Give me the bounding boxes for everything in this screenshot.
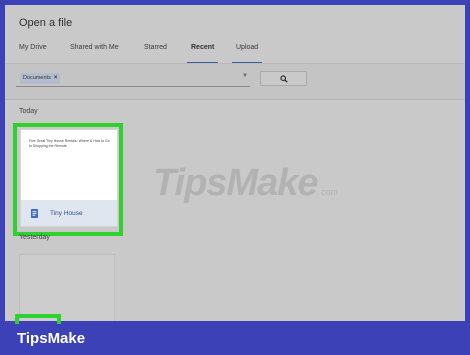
tab-recent[interactable]: Recent — [187, 43, 219, 63]
search-row: Documents × ▼ — [5, 64, 465, 100]
search-icon — [279, 74, 288, 83]
section-label-today: Today — [19, 108, 38, 115]
tab-shared-with-me[interactable]: Shared with Me — [70, 43, 119, 63]
selection-highlight — [13, 123, 123, 236]
section-label-yesterday: Yesterday — [19, 234, 50, 241]
tab-upload-label: Upload — [236, 44, 259, 51]
open-file-dialog: Open a file My Drive Shared with Me Star… — [5, 5, 465, 321]
tab-upload[interactable]: Upload — [232, 43, 263, 63]
watermark: TipsMake.com — [153, 162, 338, 205]
tab-recent-label: Recent — [191, 44, 215, 51]
filter-chip-documents[interactable]: Documents × — [20, 73, 61, 84]
caret-down-icon[interactable]: ▼ — [242, 73, 248, 79]
brand-logo: TipsMake — [17, 330, 86, 347]
tab-bar: My Drive Shared with Me Starred Recent U… — [5, 43, 465, 63]
dialog-title: Open a file — [19, 17, 73, 29]
watermark-text: TipsMake — [153, 162, 318, 204]
file-card-yesterday[interactable] — [19, 254, 115, 321]
search-input[interactable]: Documents × ▼ — [16, 72, 250, 87]
watermark-suffix: .com — [318, 187, 338, 197]
chip-remove-icon[interactable]: × — [54, 73, 58, 84]
filter-chip-label: Documents — [23, 75, 51, 81]
tab-my-drive[interactable]: My Drive — [19, 43, 47, 63]
secondary-highlight — [15, 314, 61, 324]
search-button[interactable] — [260, 71, 307, 86]
tab-starred[interactable]: Starred — [144, 43, 167, 63]
